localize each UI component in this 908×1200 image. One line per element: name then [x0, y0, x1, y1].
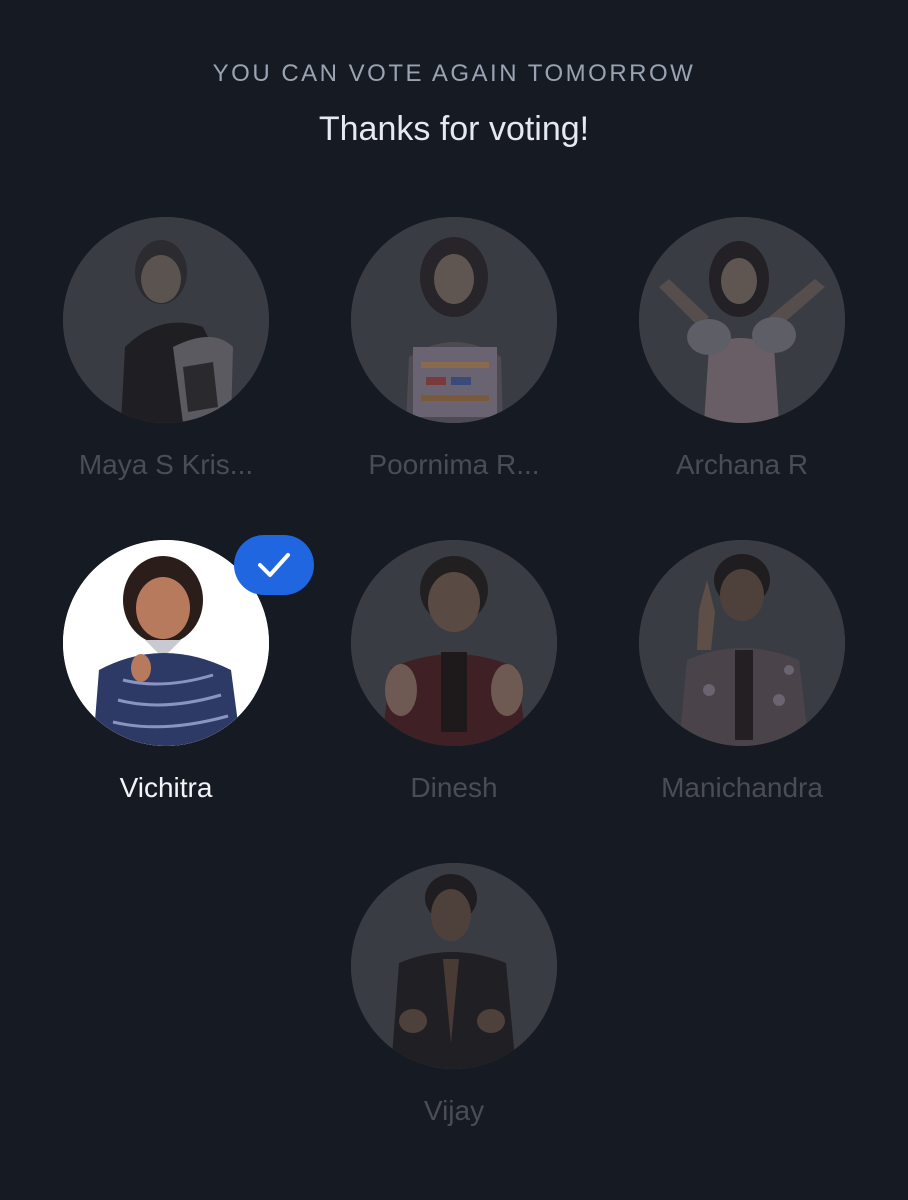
- contestant-card-vichitra[interactable]: Vichitra: [46, 535, 314, 840]
- contestant-name: Poornima R...: [368, 449, 540, 480]
- contestant-card-poornima[interactable]: Poornima R...: [334, 217, 574, 517]
- contestant-avatar: [351, 863, 557, 1069]
- contestant-name: Vichitra: [119, 772, 213, 803]
- contestant-avatar: [639, 217, 845, 423]
- contestant-name: Dinesh: [410, 772, 498, 803]
- contestant-avatar: [63, 217, 269, 423]
- selected-check-badge: [234, 535, 314, 595]
- contestant-card-vijay[interactable]: Vijay: [334, 863, 574, 1163]
- contestant-card-archana[interactable]: Archana R: [622, 217, 862, 517]
- vote-again-notice: YOU CAN VOTE AGAIN TOMORROW: [212, 60, 696, 87]
- contestant-name: Maya S Kris...: [78, 449, 254, 480]
- contestant-card-dinesh[interactable]: Dinesh: [334, 540, 574, 840]
- checkmark-icon: [258, 553, 290, 577]
- contestant-card-maya[interactable]: Maya S Kris...: [46, 217, 286, 517]
- thanks-title: Thanks for voting!: [318, 110, 590, 148]
- contestant-avatar: [639, 540, 845, 746]
- contestant-avatar: [351, 540, 557, 746]
- contestant-name: Vijay: [423, 1095, 485, 1126]
- contestant-name: Archana R: [675, 449, 809, 480]
- contestant-avatar: [351, 217, 557, 423]
- contestant-name: Manichandra: [661, 772, 823, 803]
- contestant-card-manichandra[interactable]: Manichandra: [622, 540, 862, 840]
